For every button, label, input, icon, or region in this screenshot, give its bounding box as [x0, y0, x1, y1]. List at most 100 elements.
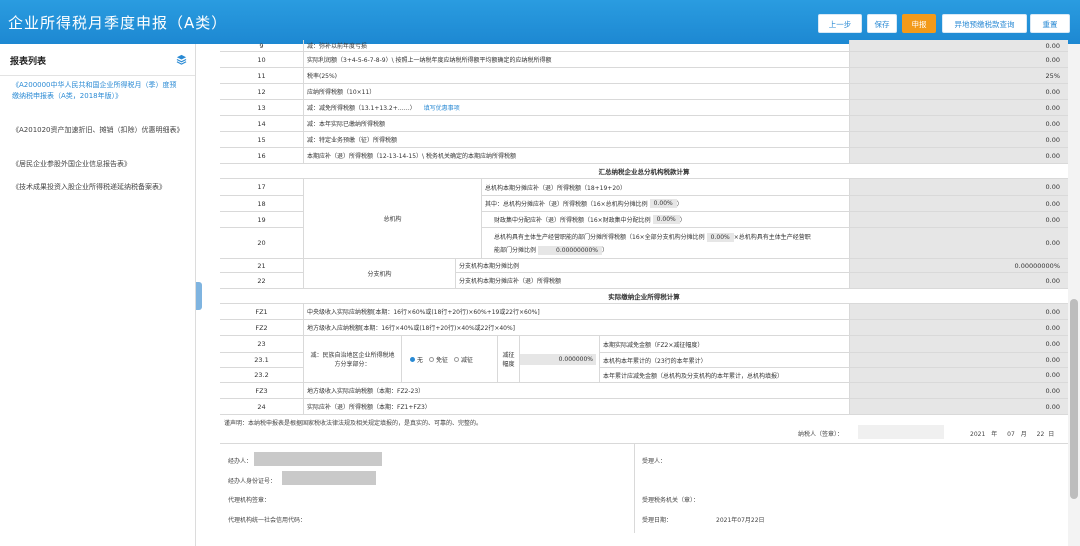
row-value: 0.00	[850, 52, 1068, 67]
agent-id-redacted	[282, 471, 376, 485]
branch-ratio: 0.00%	[706, 232, 734, 242]
radio-unchecked-icon	[454, 356, 460, 362]
row-value: 0.00	[850, 116, 1068, 131]
sidebar-item-a200000[interactable]: 《A200000中华人民共和国企业所得税月（季）度预缴纳税申报表（A类，2018…	[12, 80, 182, 102]
agent-label: 经办人：	[228, 458, 253, 465]
accept-date-label: 受理日期：	[642, 517, 673, 524]
table-row: 12 应纳所得税额（10×11） 0.00	[220, 84, 1068, 100]
agent-id-label: 经办人身份证号：	[228, 478, 277, 485]
row-desc: 本机构本年累计的（23行的本年累计）	[600, 353, 850, 368]
table-row: 9 减：弥补以前年度亏损 0.00	[220, 40, 1068, 52]
row-value: 0.00	[850, 212, 1068, 228]
table-row: 24 实际应补（退）所得税额（本期：FZ1+FZ3） 0.00	[220, 399, 1068, 415]
row-desc: 总机构具有主体生产经营职能的部门分摊所得税额（16×全部分支机构分摊比例 0.00…	[482, 228, 850, 259]
scrollbar[interactable]	[1068, 44, 1080, 546]
row-number: 23.1	[220, 353, 304, 368]
reduction-radio-group: 无 免征 减征	[402, 336, 498, 383]
radio-unchecked-icon	[429, 356, 435, 362]
reduction-rate-input[interactable]: 0.000000%	[520, 353, 596, 365]
row-value: 0.00	[850, 84, 1068, 99]
agency-code-label: 代理机构统一社会信用代码：	[228, 517, 307, 524]
row-desc-tail: ）	[602, 246, 609, 254]
row-value: 0.00	[850, 353, 1068, 368]
row-desc-text: 总机构具有主体生产经营职能的部门分摊所得税额（16×全部分支机构分摊比例	[494, 233, 705, 241]
table-row: FZ1 中央级收入实际应纳税额[本期：16行×60%或(18行+20行)×60%…	[220, 304, 1068, 320]
taxpayer-signature-label: 纳税人（签章）：	[798, 431, 844, 438]
row-number: FZ3	[220, 383, 304, 398]
scrollbar-thumb[interactable]	[1070, 299, 1078, 499]
table-row: FZ3 地方级收入实际应纳税额（本期：FZ2-23） 0.00	[220, 383, 1068, 399]
row-desc: 减：减免所得税额（13.1+13.2+……） 填写优惠事项	[304, 100, 850, 115]
remote-query-button[interactable]: 异地预缴税款查询	[942, 14, 1027, 33]
row-desc: 本期应补（退）所得税额（12-13-14-15）\ 税务机关确定的本期应纳所得税…	[304, 148, 850, 163]
sign-date: 2021 年 07 月 22 日	[970, 429, 1054, 438]
row-number: 20	[220, 228, 304, 259]
row-desc: 减：特定业务预缴（征）所得税额	[304, 132, 850, 147]
row-number: 15	[220, 132, 304, 147]
save-button[interactable]: 保存	[867, 14, 897, 33]
declare-button[interactable]: 申报	[902, 14, 936, 33]
table-row: 15 减：特定业务预缴（征）所得税额 0.00	[220, 132, 1068, 148]
row-value: 0.00	[850, 179, 1068, 196]
sidebar-item-tech-filing[interactable]: 《技术成果投资入股企业所得税递延纳税备案表》	[12, 182, 182, 193]
reset-button[interactable]: 重置	[1030, 14, 1070, 33]
reduction-rate-label: 减征幅度	[498, 336, 520, 383]
radio-label: 无	[417, 356, 424, 364]
day-unit: 日	[1048, 431, 1055, 438]
row-desc-tail: ）	[679, 217, 686, 224]
radio-reduce[interactable]: 减征	[454, 355, 473, 364]
section-header-actual: 实际缴纳企业所得税计算	[220, 289, 1068, 304]
row-desc: 减：弥补以前年度亏损	[304, 40, 850, 51]
tax-office-label: 受理税务机关（章）：	[642, 497, 700, 504]
row-number: FZ2	[220, 320, 304, 335]
head-office-ratio: 0.00%	[649, 199, 677, 208]
row-desc-tail: ）	[676, 201, 683, 208]
row-desc: 实际应补（退）所得税额（本期：FZ1+FZ3）	[304, 399, 850, 414]
row-value: 0.00	[850, 40, 1068, 51]
radio-label: 免征	[436, 356, 449, 364]
row-value: 0.00	[850, 228, 1068, 259]
sidebar: 报表列表 《A200000中华人民共和国企业所得税月（季）度预缴纳税申报表（A类…	[0, 44, 196, 546]
fill-preferential-link[interactable]: 填写优惠事项	[424, 103, 460, 112]
radio-exempt[interactable]: 免征	[429, 355, 448, 364]
table-row: FZ2 地方级收入应纳税额[本期：16行×40%或(18行+20行)×40%或2…	[220, 320, 1068, 336]
row-value: 0.00	[850, 336, 1068, 353]
year-unit: 年	[991, 431, 998, 438]
row-value: 25%	[850, 68, 1068, 83]
radio-none[interactable]: 无	[410, 355, 423, 364]
row-desc: 应纳所得税额（10×11）	[304, 84, 850, 99]
row-value: 0.00	[850, 399, 1068, 414]
row-number: 14	[220, 116, 304, 131]
row-number: 12	[220, 84, 304, 99]
row-number: 23	[220, 336, 304, 353]
row-number: 19	[220, 212, 304, 228]
row-number: 13	[220, 100, 304, 115]
row-desc-mid: ×总机构具有主体生产经营职	[733, 233, 811, 241]
sidebar-header: 报表列表	[0, 44, 195, 76]
row-desc: 减：本年实际已缴纳所得税额	[304, 116, 850, 131]
row-number: 21	[220, 259, 304, 273]
section-header-summary: 汇总纳税企业总分机构税款计算	[220, 164, 1068, 179]
radio-checked-icon	[410, 356, 415, 362]
prev-button[interactable]: 上一步	[818, 14, 862, 33]
signature-field[interactable]	[858, 425, 944, 439]
row-desc: 地方级收入实际应纳税额（本期：FZ2-23）	[304, 383, 850, 398]
agent-redacted	[254, 452, 382, 466]
sidebar-item-foreign-report[interactable]: 《居民企业参股外国企业信息报告表》	[12, 159, 182, 170]
table-row: 14 减：本年实际已缴纳所得税额 0.00	[220, 116, 1068, 132]
declaration-text: 谨声明：本纳税申报表是根据国家税收法律法规及相关规定填报的，是真实的、可靠的、完…	[224, 420, 483, 427]
row-desc: 本年累计应减免金额（总机构及分支机构的本年累计，总机构填报）	[600, 368, 850, 383]
sidebar-title: 报表列表	[10, 57, 47, 67]
head-office-label: 总机构	[304, 179, 482, 259]
reduction-rate-cell: 0.000000%	[520, 336, 600, 383]
row-desc: 总机构本期分摊应补（退）所得税额（18+19+20）	[482, 179, 850, 196]
layers-icon[interactable]	[176, 54, 187, 65]
table-row: 11 税率(25%) 25%	[220, 68, 1068, 84]
footer-column-divider	[634, 443, 635, 533]
row-desc: 分支机构本期分摊比例	[456, 259, 850, 273]
sign-day: 22	[1036, 431, 1045, 438]
row-desc-text: 减：减免所得税额（13.1+13.2+……）	[307, 105, 416, 112]
row-number: 10	[220, 52, 304, 67]
sidebar-item-a201020[interactable]: 《A201020资产加速折旧、摊销（扣除）优惠明细表》	[12, 125, 184, 136]
row-desc: 本期实际减免金额（FZ2×减征幅度）	[600, 336, 850, 353]
